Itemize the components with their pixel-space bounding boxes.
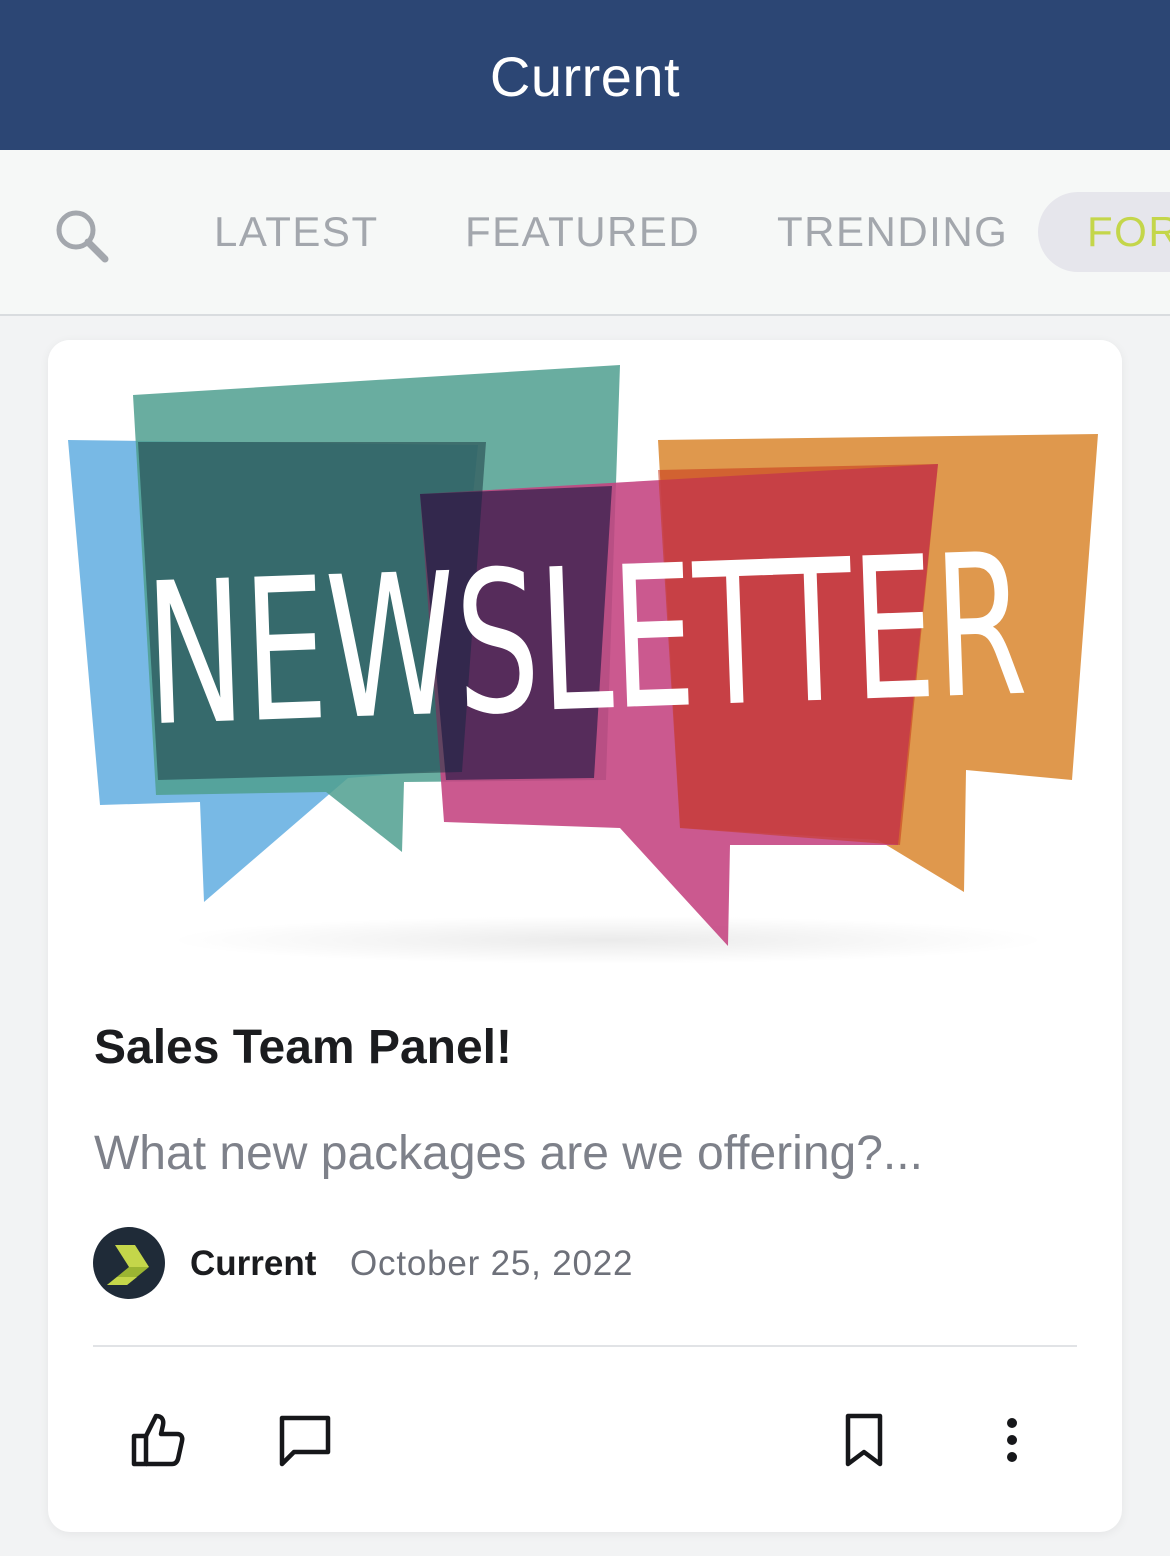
more-vertical-icon (1007, 1418, 1017, 1462)
newsletter-hero-image[interactable]: NEWSLETTER (48, 340, 1122, 970)
author-name[interactable]: Current (190, 1244, 316, 1284)
tab-trending[interactable]: TRENDING (777, 208, 1008, 258)
app-title: Current (489, 44, 681, 108)
comment-button[interactable] (274, 1408, 338, 1472)
hero-newsletter-text: NEWSLETTER (142, 512, 1029, 771)
search-button[interactable] (50, 204, 114, 268)
post-card[interactable]: NEWSLETTER Sales Team Panel! What new pa… (48, 340, 1122, 1532)
post-excerpt: What new packages are we offering?... (94, 1127, 923, 1180)
tab-featured[interactable]: FEATURED (465, 208, 700, 258)
thumbs-up-icon (131, 1413, 185, 1467)
post-title[interactable]: Sales Team Panel! (94, 1020, 512, 1075)
search-icon (56, 210, 109, 263)
bookmark-button[interactable] (832, 1408, 896, 1472)
like-button[interactable] (126, 1408, 190, 1472)
author-avatar[interactable] (93, 1227, 165, 1299)
tab-latest[interactable]: LATEST (214, 208, 379, 258)
more-options-button[interactable] (980, 1408, 1044, 1472)
app-header: Current (0, 0, 1170, 150)
post-date: October 25, 2022 (350, 1244, 634, 1283)
tab-for-you[interactable]: FOR (1087, 208, 1170, 258)
current-logo-icon (107, 1245, 149, 1285)
tab-bar: LATEST FEATURED TRENDING FOR (0, 150, 1170, 316)
comment-icon (279, 1415, 331, 1467)
divider (93, 1345, 1077, 1347)
bookmark-icon (845, 1413, 883, 1467)
